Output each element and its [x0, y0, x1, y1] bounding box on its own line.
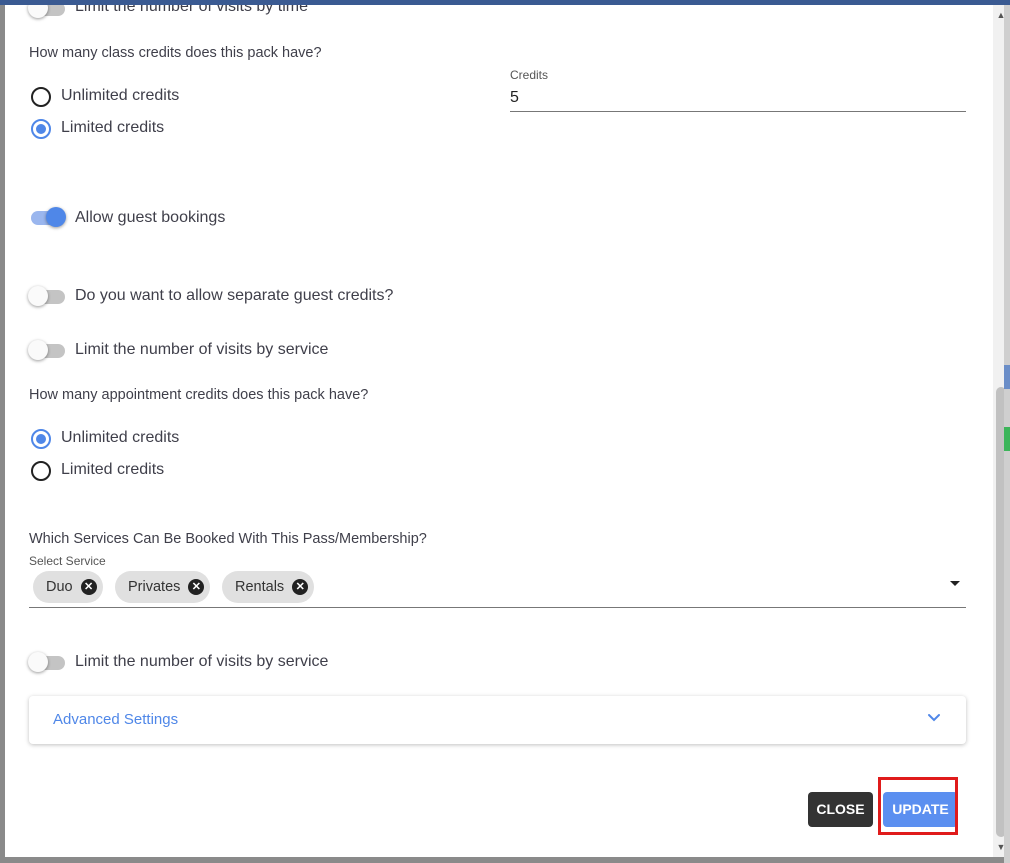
chip-label: Rentals [235, 579, 285, 595]
toggle-knob [46, 207, 66, 227]
visits-by-time-toggle[interactable] [28, 5, 66, 18]
scrollbar-thumb[interactable] [996, 387, 1004, 837]
class-credits-question: How many class credits does this pack ha… [29, 45, 322, 61]
credits-field-label: Credits [510, 68, 549, 82]
backdrop-right-strip [1004, 5, 1010, 863]
service-select[interactable]: Duo ✕ Privates ✕ Rentals ✕ [29, 567, 966, 608]
backdrop-mark [1004, 427, 1010, 451]
toggle-knob [28, 652, 48, 672]
service-chip: Duo ✕ [33, 571, 103, 603]
chip-label: Duo [46, 579, 73, 595]
class-limited-label[interactable]: Limited credits [61, 119, 164, 137]
service-chip: Rentals ✕ [222, 571, 315, 603]
appointment-limited-label[interactable]: Limited credits [61, 461, 164, 479]
appointment-limited-radio[interactable] [31, 461, 51, 481]
chip-label: Privates [128, 579, 181, 595]
dropdown-arrow-icon[interactable] [950, 581, 960, 586]
advanced-settings-title[interactable]: Advanced Settings [53, 711, 178, 728]
credits-input[interactable] [510, 85, 966, 112]
chip-remove-icon[interactable]: ✕ [188, 579, 205, 595]
visits-by-service-label: Limit the number of visits by service [75, 341, 329, 358]
appointment-unlimited-radio[interactable] [31, 429, 51, 449]
advanced-settings-panel[interactable]: Advanced Settings [29, 696, 966, 744]
allow-guest-bookings-label: Allow guest bookings [75, 209, 226, 226]
select-service-label: Select Service [29, 554, 106, 568]
services-question: Which Services Can Be Booked With This P… [29, 531, 427, 547]
appointment-unlimited-label[interactable]: Unlimited credits [61, 429, 179, 447]
visits-by-service-toggle[interactable] [28, 652, 66, 672]
scroll-down-arrow-icon[interactable]: ▼ [993, 840, 1004, 854]
toggle-knob [28, 340, 48, 360]
visits-by-service-toggle[interactable] [28, 340, 66, 360]
appointment-credits-question: How many appointment credits does this p… [29, 387, 369, 403]
visits-by-service-label: Limit the number of visits by service [75, 653, 329, 670]
service-chip: Privates ✕ [115, 571, 211, 603]
allow-guest-bookings-toggle[interactable] [28, 207, 66, 227]
backdrop-mark [1004, 365, 1010, 389]
class-unlimited-label[interactable]: Unlimited credits [61, 87, 179, 105]
separate-guest-credits-toggle[interactable] [28, 286, 66, 306]
edit-pack-modal: Limit the number of visits by time How m… [5, 5, 1004, 857]
class-limited-radio[interactable] [31, 119, 51, 139]
chip-remove-icon[interactable]: ✕ [292, 579, 309, 595]
update-highlight-box [878, 777, 958, 835]
close-button[interactable]: CLOSE [808, 792, 873, 827]
toggle-knob [28, 286, 48, 306]
visits-by-time-label: Limit the number of visits by time [75, 5, 308, 15]
scroll-up-arrow-icon[interactable]: ▲ [993, 8, 1004, 22]
class-unlimited-radio[interactable] [31, 87, 51, 107]
chevron-down-icon[interactable] [926, 710, 942, 726]
chip-remove-icon[interactable]: ✕ [80, 579, 97, 595]
separate-guest-credits-label: Do you want to allow separate guest cred… [75, 287, 394, 304]
toggle-knob [28, 5, 48, 18]
